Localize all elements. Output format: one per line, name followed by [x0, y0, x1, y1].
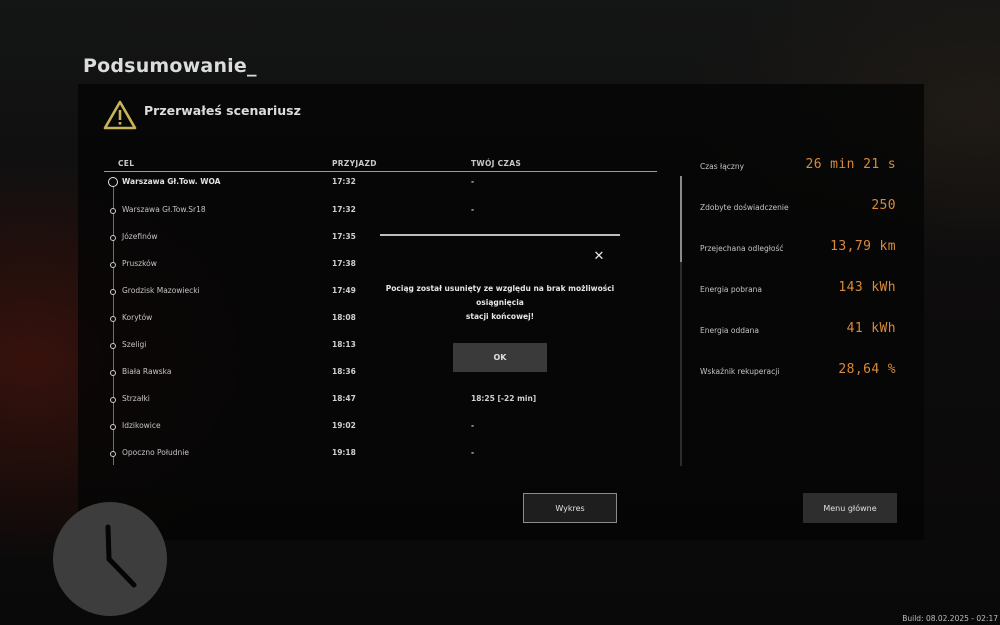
stop-marker — [110, 451, 116, 457]
stop-arrival: 18:08 — [332, 313, 356, 322]
stops-scrollbar[interactable] — [680, 176, 682, 466]
stop-station: Warszawa Gł.Tow. WOA — [122, 177, 221, 186]
build-info: Build: 08.02.2025 - 02:17 — [902, 614, 998, 623]
stop-your-time: - — [471, 448, 475, 457]
stop-arrival: 17:35 — [332, 232, 356, 241]
stat-total-time: Czas łączny 26 min 21 s — [700, 157, 896, 177]
stop-row: Warszawa Gł.Tow.Sr18 17:32 - — [104, 204, 657, 220]
stop-arrival: 19:02 — [332, 421, 356, 430]
stop-station: Opoczno Południe — [122, 448, 189, 457]
stop-marker — [110, 424, 116, 430]
stat-value: 13,79 km — [830, 239, 896, 254]
stop-arrival: 17:32 — [332, 205, 356, 214]
stat-label: Czas łączny — [700, 162, 745, 171]
dialog-message-line: stacji końcowej! — [465, 312, 535, 321]
stat-label: Energia pobrana — [700, 285, 763, 294]
stat-experience: Zdobyte doświadczenie 250 — [700, 198, 896, 218]
stop-station: Józefinów — [122, 232, 158, 241]
ok-button[interactable]: OK — [453, 343, 547, 372]
stop-your-time: - — [471, 177, 475, 186]
stop-arrival: 18:13 — [332, 340, 356, 349]
stop-station: Szeligi — [122, 340, 147, 349]
column-header-arrival: PRZYJAZD — [332, 159, 377, 168]
chart-button[interactable]: Wykres — [523, 493, 617, 523]
stop-your-time: - — [471, 421, 475, 430]
stop-marker — [110, 316, 116, 322]
page-title: Podsumowanie_ — [83, 55, 257, 77]
current-stop-marker — [108, 177, 118, 187]
stat-energy-returned: Energia oddana 41 kWh — [700, 321, 896, 341]
stop-station: Korytów — [122, 313, 153, 322]
stop-marker — [110, 343, 116, 349]
scrollbar-thumb[interactable] — [680, 176, 682, 262]
stop-your-time: 18:25 [-22 min] — [471, 394, 537, 403]
table-header-divider — [104, 171, 657, 172]
stat-label: Przejechana odległość — [700, 244, 784, 253]
stop-arrival: 19:18 — [332, 448, 356, 457]
stop-marker — [110, 262, 116, 268]
stat-energy-consumed: Energia pobrana 143 kWh — [700, 280, 896, 300]
column-header-your-time: TWÓJ CZAS — [471, 159, 522, 168]
stop-arrival: 18:36 — [332, 367, 356, 376]
stop-arrival: 18:47 — [332, 394, 356, 403]
stat-value: 250 — [871, 198, 896, 213]
stat-value: 143 kWh — [838, 280, 896, 295]
stop-arrival: 17:38 — [332, 259, 356, 268]
warning-triangle-icon — [103, 100, 137, 130]
column-header-destination: CEL — [118, 159, 135, 168]
stop-station: Pruszków — [122, 259, 157, 268]
stat-value: 41 kWh — [846, 321, 896, 336]
dialog-top-rule — [380, 234, 620, 236]
stop-station: Warszawa Gł.Tow.Sr18 — [122, 205, 206, 214]
stop-marker — [110, 289, 116, 295]
stat-value: 28,64 % — [838, 362, 896, 377]
stop-station: Grodzisk Mazowiecki — [122, 286, 200, 295]
stat-label: Energia oddana — [700, 326, 759, 335]
stop-marker — [110, 208, 116, 214]
stop-station: Biała Rawska — [122, 367, 172, 376]
scenario-status-message: Przerwałeś scenariusz — [144, 103, 301, 118]
stat-recuperation-ratio: Wskaźnik rekuperacji 28,64 % — [700, 362, 896, 382]
stop-your-time: - — [471, 205, 475, 214]
main-menu-button[interactable]: Menu główne — [803, 493, 897, 523]
stop-marker — [110, 235, 116, 241]
stop-row: Warszawa Gł.Tow. WOA 17:32 - — [104, 176, 657, 192]
stat-label: Wskaźnik rekuperacji — [700, 367, 780, 376]
close-icon[interactable]: ✕ — [592, 250, 606, 264]
dialog-message: Pociąg został usunięty ze względu na bra… — [380, 282, 620, 324]
stop-station: Strzałki — [122, 394, 150, 403]
stop-marker — [110, 397, 116, 403]
dialog-message-line: Pociąg został usunięty ze względu na bra… — [385, 284, 615, 307]
stop-row: Idzikowice 19:02 - — [104, 420, 657, 436]
stop-row: Opoczno Południe 19:18 - — [104, 447, 657, 463]
stop-station: Idzikowice — [122, 421, 161, 430]
stat-value: 26 min 21 s — [805, 157, 896, 172]
stat-distance: Przejechana odległość 13,79 km — [700, 239, 896, 259]
stop-marker — [110, 370, 116, 376]
clock-icon — [53, 502, 167, 616]
stop-arrival: 17:49 — [332, 286, 356, 295]
stop-arrival: 17:32 — [332, 177, 356, 186]
stop-row: Strzałki 18:47 18:25 [-22 min] — [104, 393, 657, 409]
stat-label: Zdobyte doświadczenie — [700, 203, 789, 212]
